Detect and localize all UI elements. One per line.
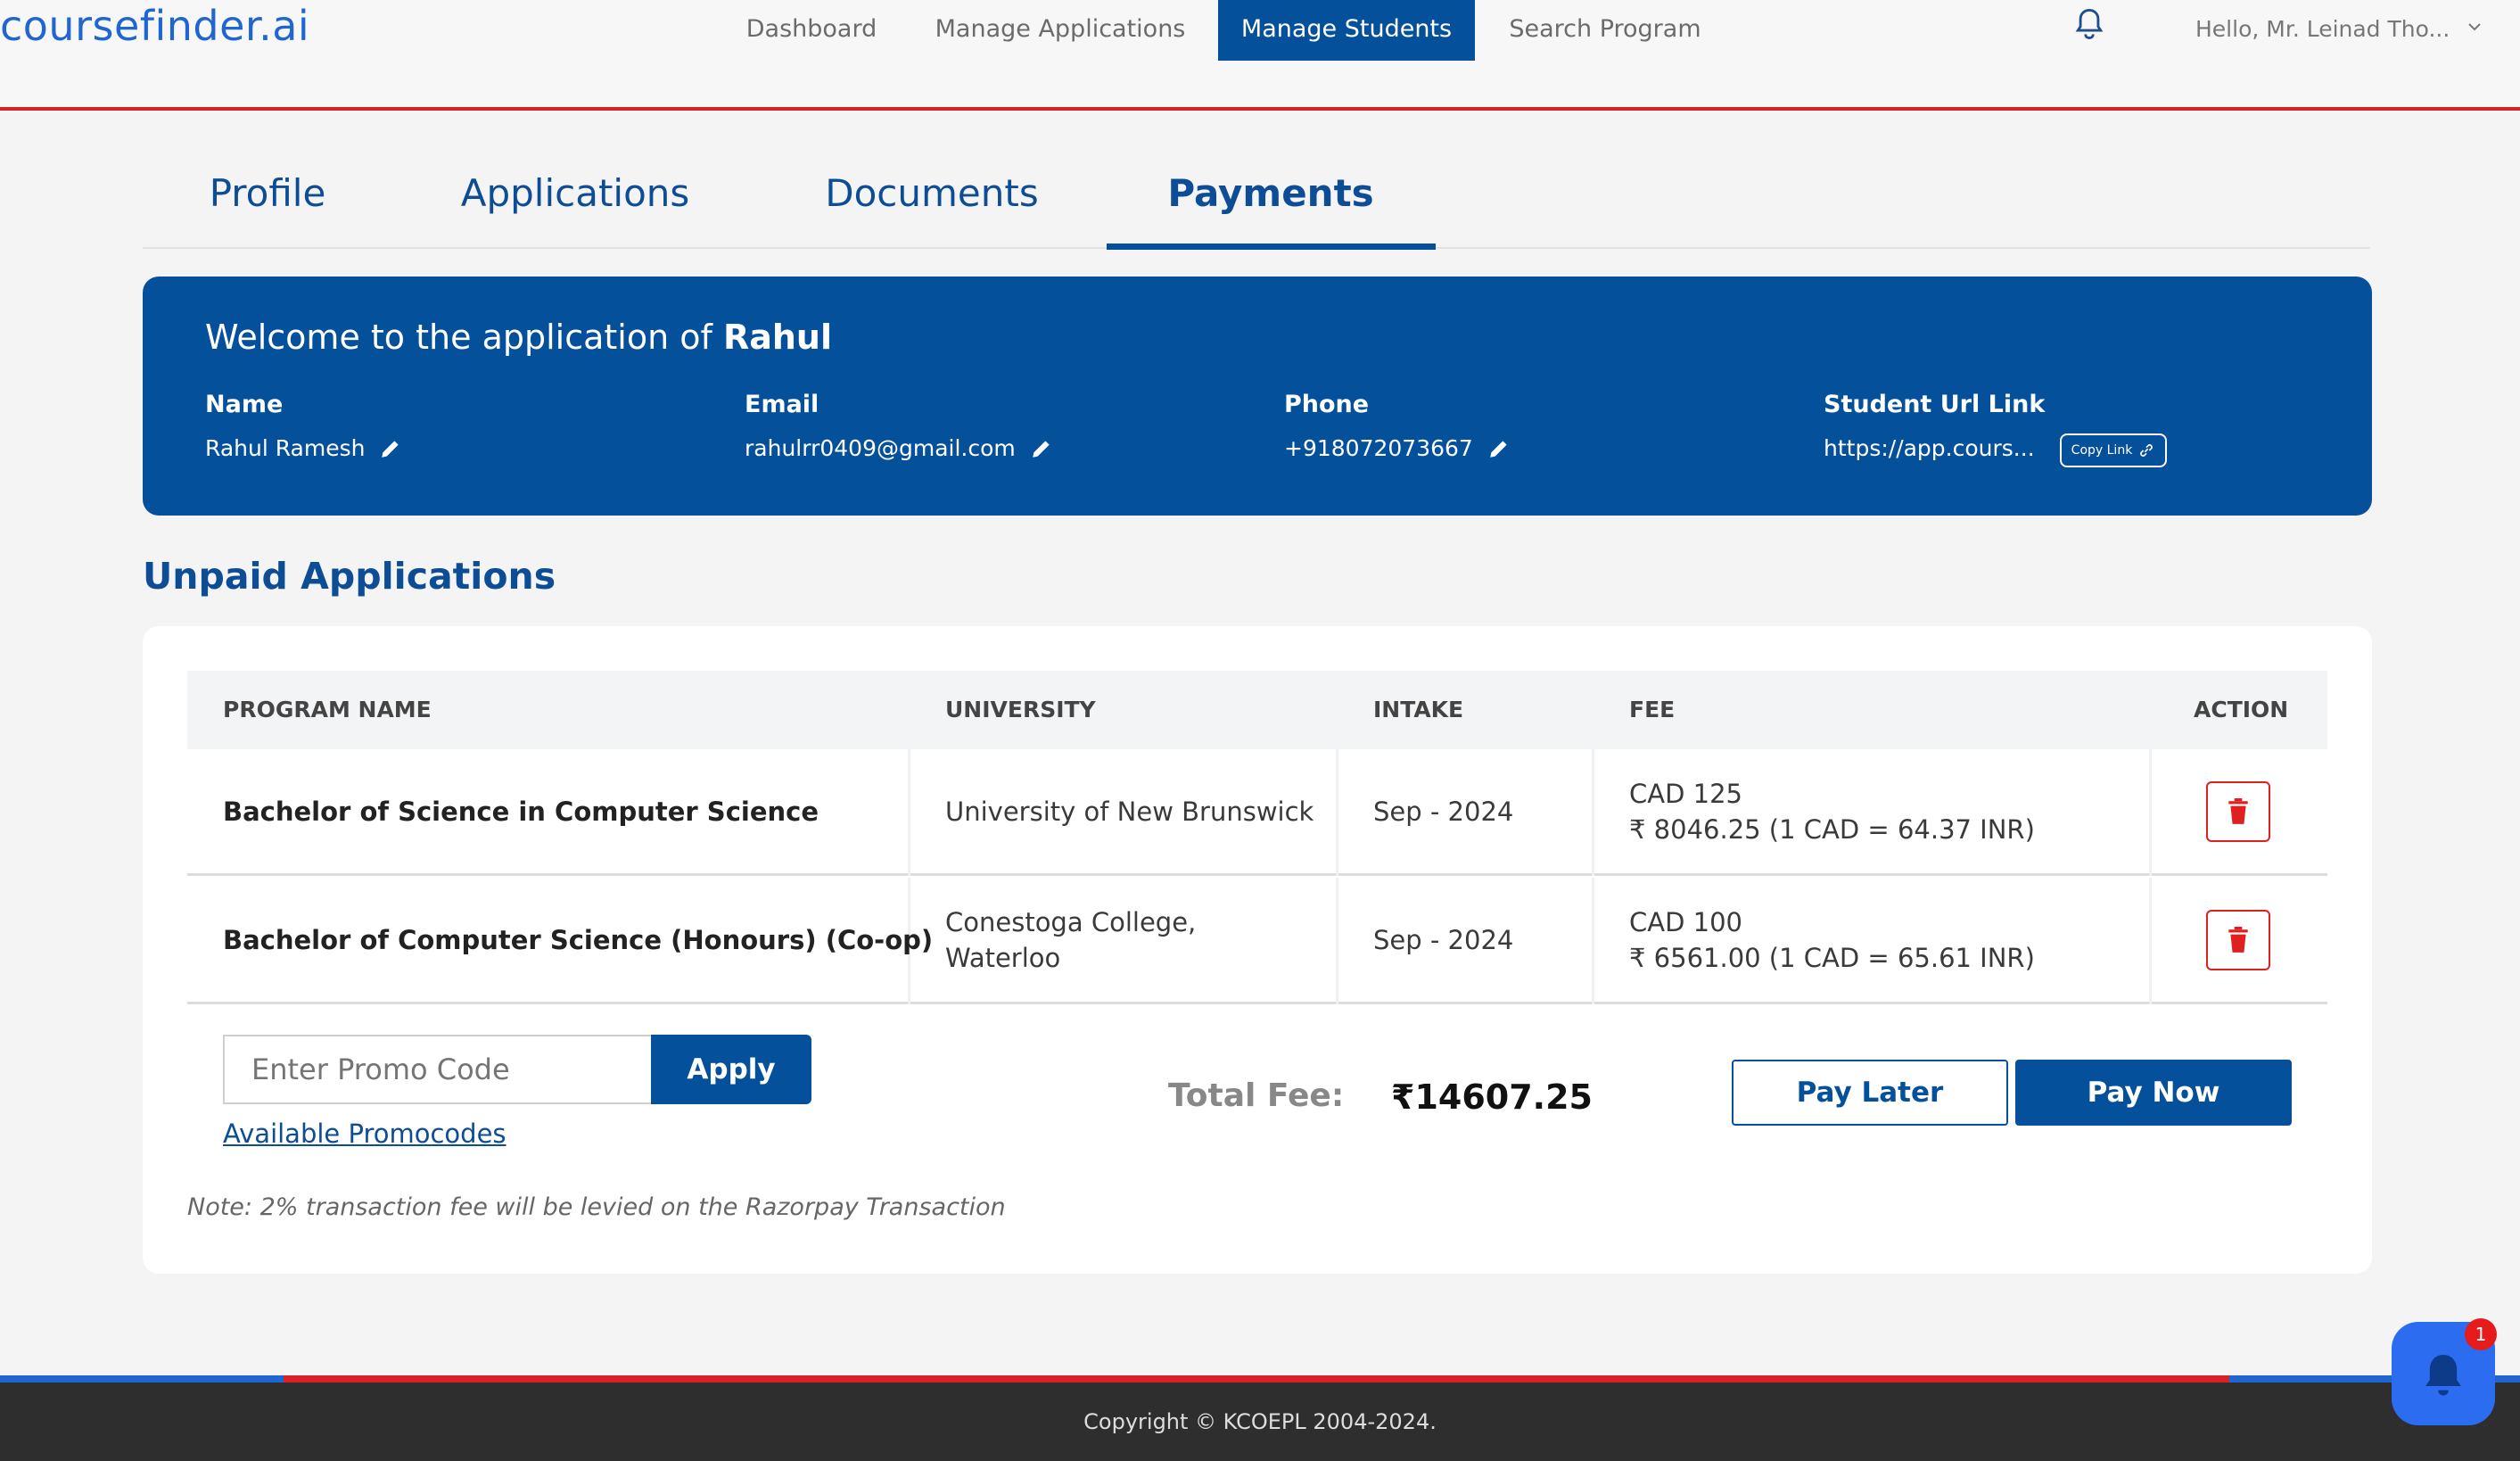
edit-name-pencil-icon[interactable]: [379, 437, 402, 460]
trash-icon: [2228, 927, 2248, 953]
pay-now-button[interactable]: Pay Now: [2015, 1060, 2292, 1126]
table-header: PROGRAM NAME UNIVERSITY INTAKE FEE ACTIO…: [187, 671, 2327, 749]
footer-copyright: Copyright © KCOEPL 2004-2024.: [0, 1383, 2520, 1461]
phone-label: Phone: [1284, 391, 1370, 418]
program-name: Bachelor of Computer Science (Honours) (…: [223, 925, 934, 955]
column-action: ACTION: [2194, 697, 2289, 722]
program-name: Bachelor of Science in Computer Science: [223, 797, 819, 827]
promo-code-input[interactable]: [223, 1035, 651, 1104]
available-promocodes-link[interactable]: Available Promocodes: [223, 1118, 506, 1149]
notification-count-badge: 1: [2465, 1318, 2497, 1350]
chevron-down-icon[interactable]: [2466, 18, 2483, 36]
phone-value: +918072073667: [1284, 435, 1473, 461]
university-name: University of New Brunswick: [945, 797, 1314, 827]
user-greeting[interactable]: Hello, Mr. Leinad Tho...: [2195, 16, 2450, 42]
transaction-fee-note: Note: 2% transaction fee will be levied …: [187, 1193, 1006, 1221]
table-row: Bachelor of Science in Computer Science …: [187, 749, 2327, 876]
tab-payments[interactable]: Payments: [1124, 171, 1418, 215]
fee: CAD 125 ₹ 8046.25 (1 CAD = 64.37 INR): [1629, 779, 2035, 845]
link-icon: [2140, 444, 2154, 457]
total-fee-value: ₹14607.25: [1391, 1077, 1593, 1117]
edit-phone-pencil-icon[interactable]: [1487, 437, 1511, 460]
column-intake: INTAKE: [1373, 697, 1464, 722]
column-program-name: PROGRAM NAME: [223, 697, 432, 722]
column-divider: [2149, 878, 2152, 1004]
name-label: Name: [205, 391, 284, 418]
tab-documents[interactable]: Documents: [811, 171, 1052, 215]
name-field: Rahul Ramesh: [205, 435, 402, 461]
column-divider: [1336, 749, 1338, 876]
footer-accent-left: [0, 1375, 284, 1383]
active-tab-indicator: [1107, 244, 1436, 250]
delete-button[interactable]: [2206, 781, 2270, 842]
student-url-label: Student Url Link: [1824, 391, 2046, 418]
column-divider: [2149, 749, 2152, 876]
university-name: Conestoga College, Waterloo: [945, 907, 1197, 973]
nav-dashboard[interactable]: Dashboard: [729, 0, 894, 61]
copy-link-label: Copy Link: [2071, 443, 2133, 458]
app-logo[interactable]: coursefinder.ai: [0, 2, 309, 50]
column-divider: [1592, 878, 1594, 1004]
delete-button[interactable]: [2206, 910, 2270, 970]
table-row: Bachelor of Computer Science (Honours) (…: [187, 878, 2327, 1004]
unpaid-applications-title: Unpaid Applications: [143, 555, 556, 598]
name-value: Rahul Ramesh: [205, 435, 366, 461]
email-value: rahulrr0409@gmail.com: [745, 435, 1016, 461]
student-url-value: https://app.cours...: [1824, 435, 2035, 461]
footer-accent-stripe: [0, 1375, 2520, 1383]
bell-icon: [2425, 1355, 2461, 1396]
column-fee: FEE: [1629, 697, 1676, 722]
total-fee-label: Total Fee:: [1168, 1077, 1345, 1114]
bell-icon[interactable]: [2074, 5, 2104, 43]
welcome-heading: Welcome to the application of Rahul: [205, 318, 833, 357]
column-divider: [1592, 749, 1594, 876]
pay-later-button[interactable]: Pay Later: [1732, 1060, 2008, 1126]
email-field: rahulrr0409@gmail.com: [745, 435, 1053, 461]
intake: Sep - 2024: [1373, 925, 1514, 955]
column-university: UNIVERSITY: [945, 697, 1096, 722]
top-navigation-bar: coursefinder.ai Dashboard Manage Applica…: [0, 0, 2520, 111]
nav-manage-applications[interactable]: Manage Applications: [913, 0, 1207, 61]
phone-field: +918072073667: [1284, 435, 1511, 461]
apply-promo-button[interactable]: Apply: [651, 1035, 811, 1104]
unpaid-applications-card: PROGRAM NAME UNIVERSITY INTAKE FEE ACTIO…: [143, 626, 2372, 1274]
fee: CAD 100 ₹ 6561.00 (1 CAD = 65.61 INR): [1629, 907, 2035, 973]
trash-icon: [2228, 798, 2248, 824]
column-divider: [908, 749, 910, 876]
intake: Sep - 2024: [1373, 797, 1514, 827]
tab-applications[interactable]: Applications: [455, 171, 696, 215]
column-divider: [1336, 878, 1338, 1004]
student-info-card: Welcome to the application of Rahul Name…: [143, 277, 2372, 516]
email-label: Email: [745, 391, 819, 418]
tab-profile[interactable]: Profile: [178, 171, 357, 215]
nav-manage-students[interactable]: Manage Students: [1218, 0, 1475, 61]
edit-email-pencil-icon[interactable]: [1030, 437, 1053, 460]
nav-search-program[interactable]: Search Program: [1489, 0, 1721, 61]
copy-link-button[interactable]: Copy Link: [2060, 433, 2167, 467]
